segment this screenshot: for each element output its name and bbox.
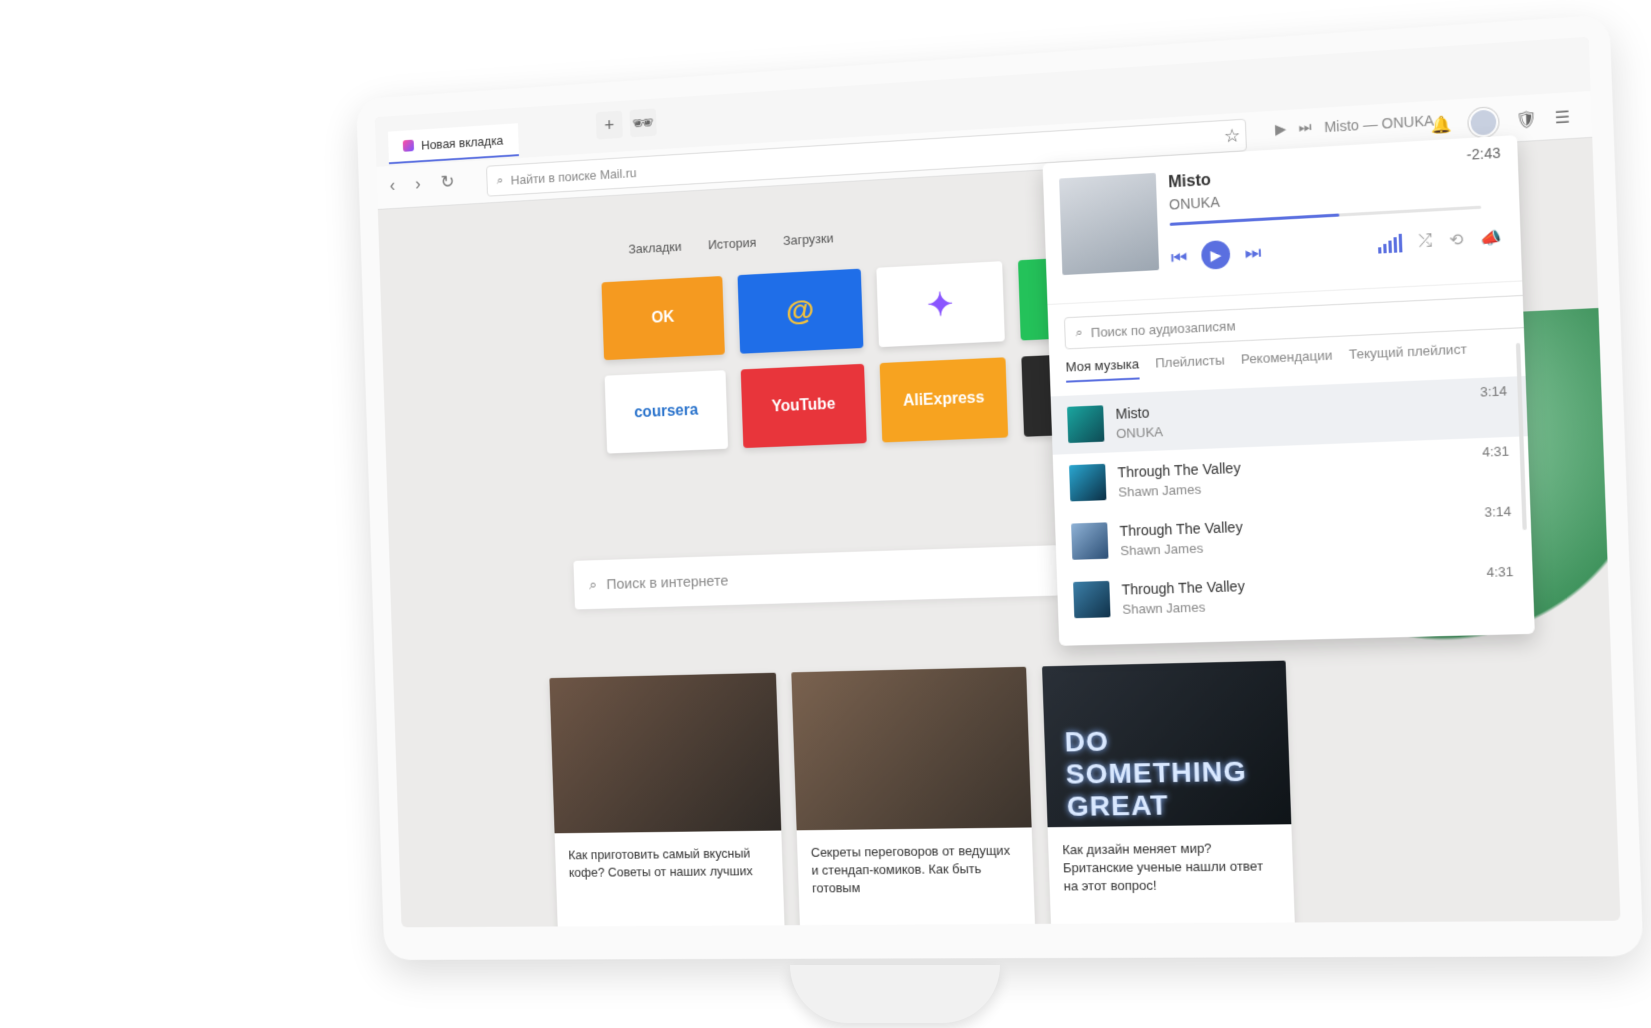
track-thumb — [1067, 405, 1105, 444]
track-duration: 3:14 — [1484, 503, 1512, 520]
tile-coursera[interactable]: coursera — [604, 370, 729, 454]
track-info: Through The Valley Shawn James — [1117, 459, 1241, 499]
track-artist: Shawn James — [1117, 481, 1202, 500]
player-actions: ⤮ ⟲ 📣 — [1377, 227, 1502, 254]
track-artist: ONUKA — [1115, 423, 1164, 441]
bookmark-star-icon[interactable]: ☆ — [1224, 125, 1241, 147]
track-title: Through The Valley — [1119, 518, 1243, 539]
track-artist: Shawn James — [1122, 598, 1206, 617]
news-image-neon: DO SOMETHING GREAT — [1042, 660, 1292, 828]
next-icon[interactable]: ⏭ — [1298, 119, 1312, 137]
nav-buttons: ‹ › ↻ — [389, 172, 454, 196]
play-icon[interactable]: ▶ — [1201, 239, 1231, 270]
search-icon: ⌕ — [496, 172, 504, 188]
browser-tab[interactable]: Новая вкладка — [387, 123, 519, 165]
tile-aliexpress[interactable]: AliExpress — [879, 357, 1009, 443]
tab-current-playlist[interactable]: Текущий плейлист — [1349, 341, 1468, 370]
track-duration: 4:31 — [1486, 563, 1514, 581]
track-list: Misto ONUKA 3:14 Through The Valley Shaw… — [1050, 375, 1535, 630]
search-icon: ⌕ — [588, 576, 598, 593]
broadcast-icon[interactable]: 📣 — [1480, 227, 1502, 249]
news-card[interactable]: DO SOMETHING GREAT Как дизайн меняет мир… — [1042, 660, 1295, 928]
top-links: Закладки История Загрузки — [628, 230, 833, 256]
news-title: Как приготовить самый вкусный кофе? Сове… — [568, 845, 753, 880]
link-bookmarks[interactable]: Закладки — [628, 239, 682, 257]
play-icon[interactable]: ▶ — [1275, 120, 1287, 138]
track-title: Misto — [1115, 403, 1150, 422]
web-search-placeholder: Поиск в интернете — [606, 572, 729, 593]
avatar[interactable] — [1468, 107, 1500, 138]
neon-text: DO SOMETHING GREAT — [1064, 725, 1248, 822]
mini-player: ▶ ⏭ Misto — ONUKA — [1275, 111, 1434, 138]
search-icon: ⌕ — [1075, 324, 1084, 340]
tile-mail[interactable]: @ — [737, 268, 864, 354]
track-duration: 3:14 — [1479, 383, 1508, 400]
track-title: Through The Valley — [1117, 459, 1241, 481]
tile-ok[interactable]: OK — [601, 275, 725, 361]
tab-my-music[interactable]: Моя музыка — [1065, 356, 1140, 383]
reload-icon[interactable]: ↻ — [440, 172, 454, 193]
tab-tools: + 🕶 — [595, 108, 657, 140]
news-image-coffee — [549, 672, 782, 834]
music-player: -2:43 Misto ONUKA ⏮ ▶ ⏭ ⤮ ⟲ 📣 ⌕ Поиск по… — [1042, 135, 1535, 646]
news-card[interactable]: Как приготовить самый вкусный кофе? Сове… — [549, 672, 785, 928]
back-icon[interactable]: ‹ — [389, 175, 395, 195]
toolbar-right: 🔔 🛡 ☰ — [1431, 103, 1571, 140]
next-icon[interactable]: ⏭ — [1244, 242, 1261, 264]
audio-search-placeholder: Поиск по аудиозаписям — [1090, 317, 1236, 340]
menu-icon[interactable]: ☰ — [1554, 107, 1570, 129]
time-remaining: -2:43 — [1466, 144, 1501, 163]
tile-youtube[interactable]: YouTube — [740, 363, 867, 449]
track-thumb — [1071, 522, 1109, 560]
news-title: Секреты переговоров от ведущих и стендап… — [810, 842, 1011, 896]
news-title: Как дизайн меняет мир? Британские ученые… — [1062, 840, 1264, 894]
omnibox-placeholder: Найти в поиске Mail.ru — [510, 164, 637, 188]
link-downloads[interactable]: Загрузки — [783, 230, 834, 248]
track-info: Misto ONUKA — [1115, 403, 1164, 441]
incognito-icon[interactable]: 🕶 — [629, 108, 657, 138]
new-tab-icon[interactable]: + — [595, 110, 623, 140]
track-info: Through The Valley Shawn James — [1119, 518, 1243, 558]
shuffle-icon[interactable]: ⤮ — [1418, 232, 1432, 251]
tab-title: Новая вкладка — [420, 132, 504, 153]
prev-icon[interactable]: ⏮ — [1171, 246, 1188, 268]
news-feed: Как приготовить самый вкусный кофе? Сове… — [549, 660, 1295, 928]
tile-star[interactable]: ✦ — [876, 261, 1005, 348]
track-thumb — [1073, 580, 1111, 619]
mini-player-track: Misto — ONUKA — [1323, 111, 1435, 135]
track-duration: 4:31 — [1481, 443, 1510, 460]
monitor-stand — [790, 965, 1000, 1023]
web-search-input[interactable]: ⌕ Поиск в интернете — [573, 545, 1060, 610]
link-history[interactable]: История — [708, 235, 757, 252]
now-playing-artist: ONUKA — [1168, 193, 1221, 213]
progress-fill — [1169, 213, 1340, 226]
forward-icon[interactable]: › — [415, 174, 421, 194]
news-card[interactable]: Секреты переговоров от ведущих и стендап… — [791, 666, 1036, 928]
player-header: -2:43 Misto ONUKA ⏮ ▶ ⏭ ⤮ ⟲ 📣 — [1042, 135, 1523, 306]
tab-playlists[interactable]: Плейлисты — [1155, 352, 1225, 378]
track-info: Through The Valley Shawn James — [1121, 577, 1245, 616]
player-controls: ⏮ ▶ ⏭ — [1170, 238, 1262, 271]
album-cover — [1059, 172, 1160, 276]
repeat-icon[interactable]: ⟲ — [1449, 229, 1464, 250]
now-playing-title: Misto — [1167, 171, 1212, 192]
track-title: Through The Valley — [1121, 577, 1245, 598]
tab-recommendations[interactable]: Рекомендации — [1241, 347, 1333, 375]
monitor-frame: – ❐ ✕ Новая вкладка + 🕶 ‹ › ↻ ⌕ Найти в … — [356, 14, 1644, 960]
track-thumb — [1069, 463, 1107, 502]
browser-logo-icon — [402, 139, 415, 152]
bell-icon[interactable]: 🔔 — [1431, 114, 1453, 136]
browser-screen: – ❐ ✕ Новая вкладка + 🕶 ‹ › ↻ ⌕ Найти в … — [374, 36, 1621, 928]
news-image-meeting — [791, 666, 1032, 831]
volume-icon[interactable] — [1377, 233, 1403, 254]
shield-icon[interactable]: 🛡 — [1515, 109, 1537, 131]
track-artist: Shawn James — [1120, 539, 1204, 558]
player-tabs: Моя музыка Плейлисты Рекомендации Текущи… — [1065, 341, 1468, 383]
